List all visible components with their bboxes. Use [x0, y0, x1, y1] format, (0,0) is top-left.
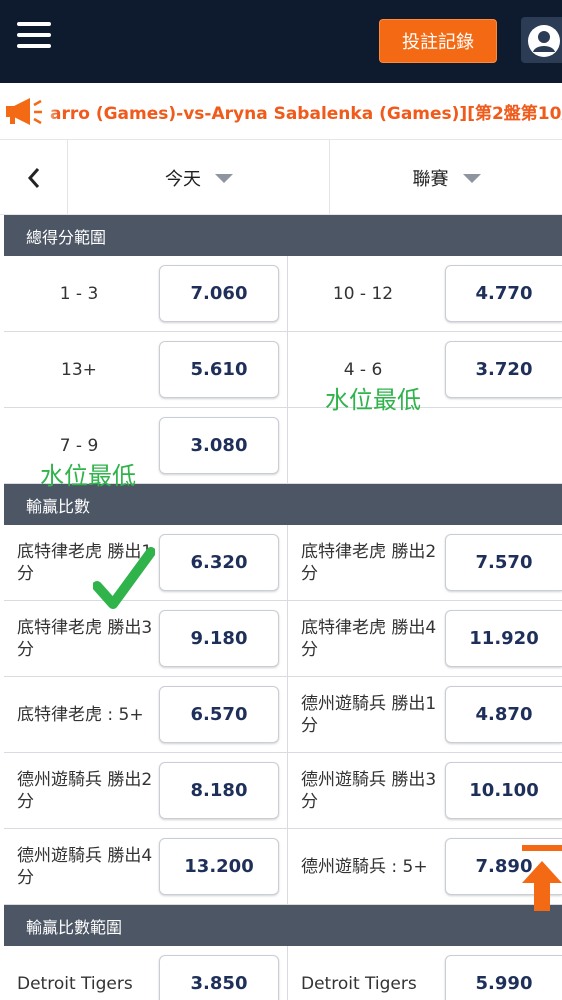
green-checkmark-icon	[93, 547, 155, 609]
market-label: 底特律老虎 : 5+	[17, 704, 144, 725]
bet-record-button[interactable]: 投註記錄	[379, 19, 497, 63]
total-points-grid: 1 - 3 7.060 10 - 12 4.770 13+ 5.610 4 - …	[4, 256, 562, 484]
odds-button[interactable]: 5.990	[445, 955, 562, 1000]
market-label: 底特律老虎 勝出3分	[17, 617, 153, 660]
odds-button[interactable]: 6.570	[159, 686, 279, 743]
market-label: 德州遊騎兵 勝出4分	[17, 845, 153, 888]
market-label: 德州遊騎兵 勝出3分	[301, 769, 437, 812]
market-label: 13+	[61, 359, 97, 380]
odds-button[interactable]: 7.570	[445, 534, 562, 591]
filter-bar: 今天 聯賽	[0, 140, 562, 215]
market-label: Detroit Tigers	[17, 973, 133, 994]
orange-up-arrow-icon	[522, 845, 562, 911]
league-filter-dropdown[interactable]: 聯賽	[331, 140, 562, 215]
odds-button[interactable]: 3.080	[159, 417, 279, 474]
hamburger-menu-icon[interactable]	[17, 22, 51, 50]
market-cell: 底特律老虎 : 5+ 6.570	[4, 677, 288, 753]
market-cell: 底特律老虎 勝出3分 9.180	[4, 601, 288, 677]
odds-button[interactable]: 4.870	[445, 686, 562, 743]
market-cell: 德州遊騎兵 勝出4分 13.200	[4, 829, 288, 905]
megaphone-icon	[4, 96, 44, 126]
market-label: Detroit Tigers	[301, 973, 417, 994]
caret-down-icon	[215, 174, 233, 183]
market-cell: 德州遊騎兵 勝出3分 10.100	[288, 753, 562, 829]
market-cell: 10 - 12 4.770	[288, 256, 562, 332]
section-header-total-points: 總得分範圍	[4, 215, 562, 256]
odds-button[interactable]: 3.850	[159, 955, 279, 1000]
market-cell: 德州遊騎兵 勝出1分 4.870	[288, 677, 562, 753]
league-filter-label: 聯賽	[412, 168, 449, 190]
lowest-odds-note: 水位最低	[325, 386, 421, 414]
odds-button[interactable]: 10.100	[445, 762, 562, 819]
date-filter-dropdown[interactable]: 今天	[69, 140, 330, 215]
market-cell: 1 - 3 7.060	[4, 256, 288, 332]
market-cell: 德州遊騎兵 勝出2分 8.180	[4, 753, 288, 829]
section-header-win-margin-range: 輸贏比數範圍	[4, 905, 562, 946]
lowest-odds-note: 水位最低	[40, 462, 136, 490]
odds-button[interactable]: 11.920	[445, 610, 562, 667]
announcement-marquee: arro (Games)-vs-Aryna Sabalenka (Games)]…	[0, 83, 562, 140]
market-label: 德州遊騎兵 勝出2分	[17, 769, 153, 812]
back-button[interactable]	[0, 140, 68, 215]
odds-button[interactable]: 3.720	[445, 341, 562, 398]
odds-button[interactable]: 4.770	[445, 265, 562, 322]
market-cell: 底特律老虎 勝出4分 11.920	[288, 601, 562, 677]
odds-button[interactable]: 7.060	[159, 265, 279, 322]
date-filter-label: 今天	[165, 168, 201, 190]
caret-down-icon	[462, 174, 481, 183]
market-label: 1 - 3	[59, 283, 99, 304]
market-list: 總得分範圍 1 - 3 7.060 10 - 12 4.770 13+ 5.61…	[4, 215, 562, 1000]
odds-button[interactable]: 9.180	[159, 610, 279, 667]
empty-cell	[288, 408, 562, 484]
market-cell: Detroit Tigers 3.850	[4, 946, 288, 1000]
market-cell: 德州遊騎兵 : 5+ 7.890	[288, 829, 562, 905]
market-cell: 13+ 5.610	[4, 332, 288, 408]
win-margin-range-grid: Detroit Tigers 3.850 Detroit Tigers 5.99…	[4, 946, 562, 1000]
odds-button[interactable]: 5.610	[159, 341, 279, 398]
market-label: 底特律老虎 勝出4分	[301, 617, 437, 660]
marquee-text: arro (Games)-vs-Aryna Sabalenka (Games)]…	[50, 104, 562, 124]
odds-button[interactable]: 8.180	[159, 762, 279, 819]
market-cell: 底特律老虎 勝出2分 7.570	[288, 525, 562, 601]
top-nav-bar: 投註記錄	[0, 0, 562, 83]
market-cell: Detroit Tigers 5.990	[288, 946, 562, 1000]
market-label: 10 - 12	[332, 283, 394, 304]
odds-button[interactable]: 13.200	[159, 838, 279, 895]
market-label: 德州遊騎兵 : 5+	[301, 856, 428, 877]
user-avatar-icon[interactable]	[521, 17, 562, 63]
odds-button[interactable]: 6.320	[159, 534, 279, 591]
market-label: 底特律老虎 勝出2分	[301, 541, 437, 584]
win-margin-grid: 底特律老虎 勝出1分 6.320 底特律老虎 勝出2分 7.570 底特律老虎 …	[4, 525, 562, 905]
chevron-left-icon	[27, 167, 39, 188]
market-label: 德州遊騎兵 勝出1分	[301, 693, 437, 736]
